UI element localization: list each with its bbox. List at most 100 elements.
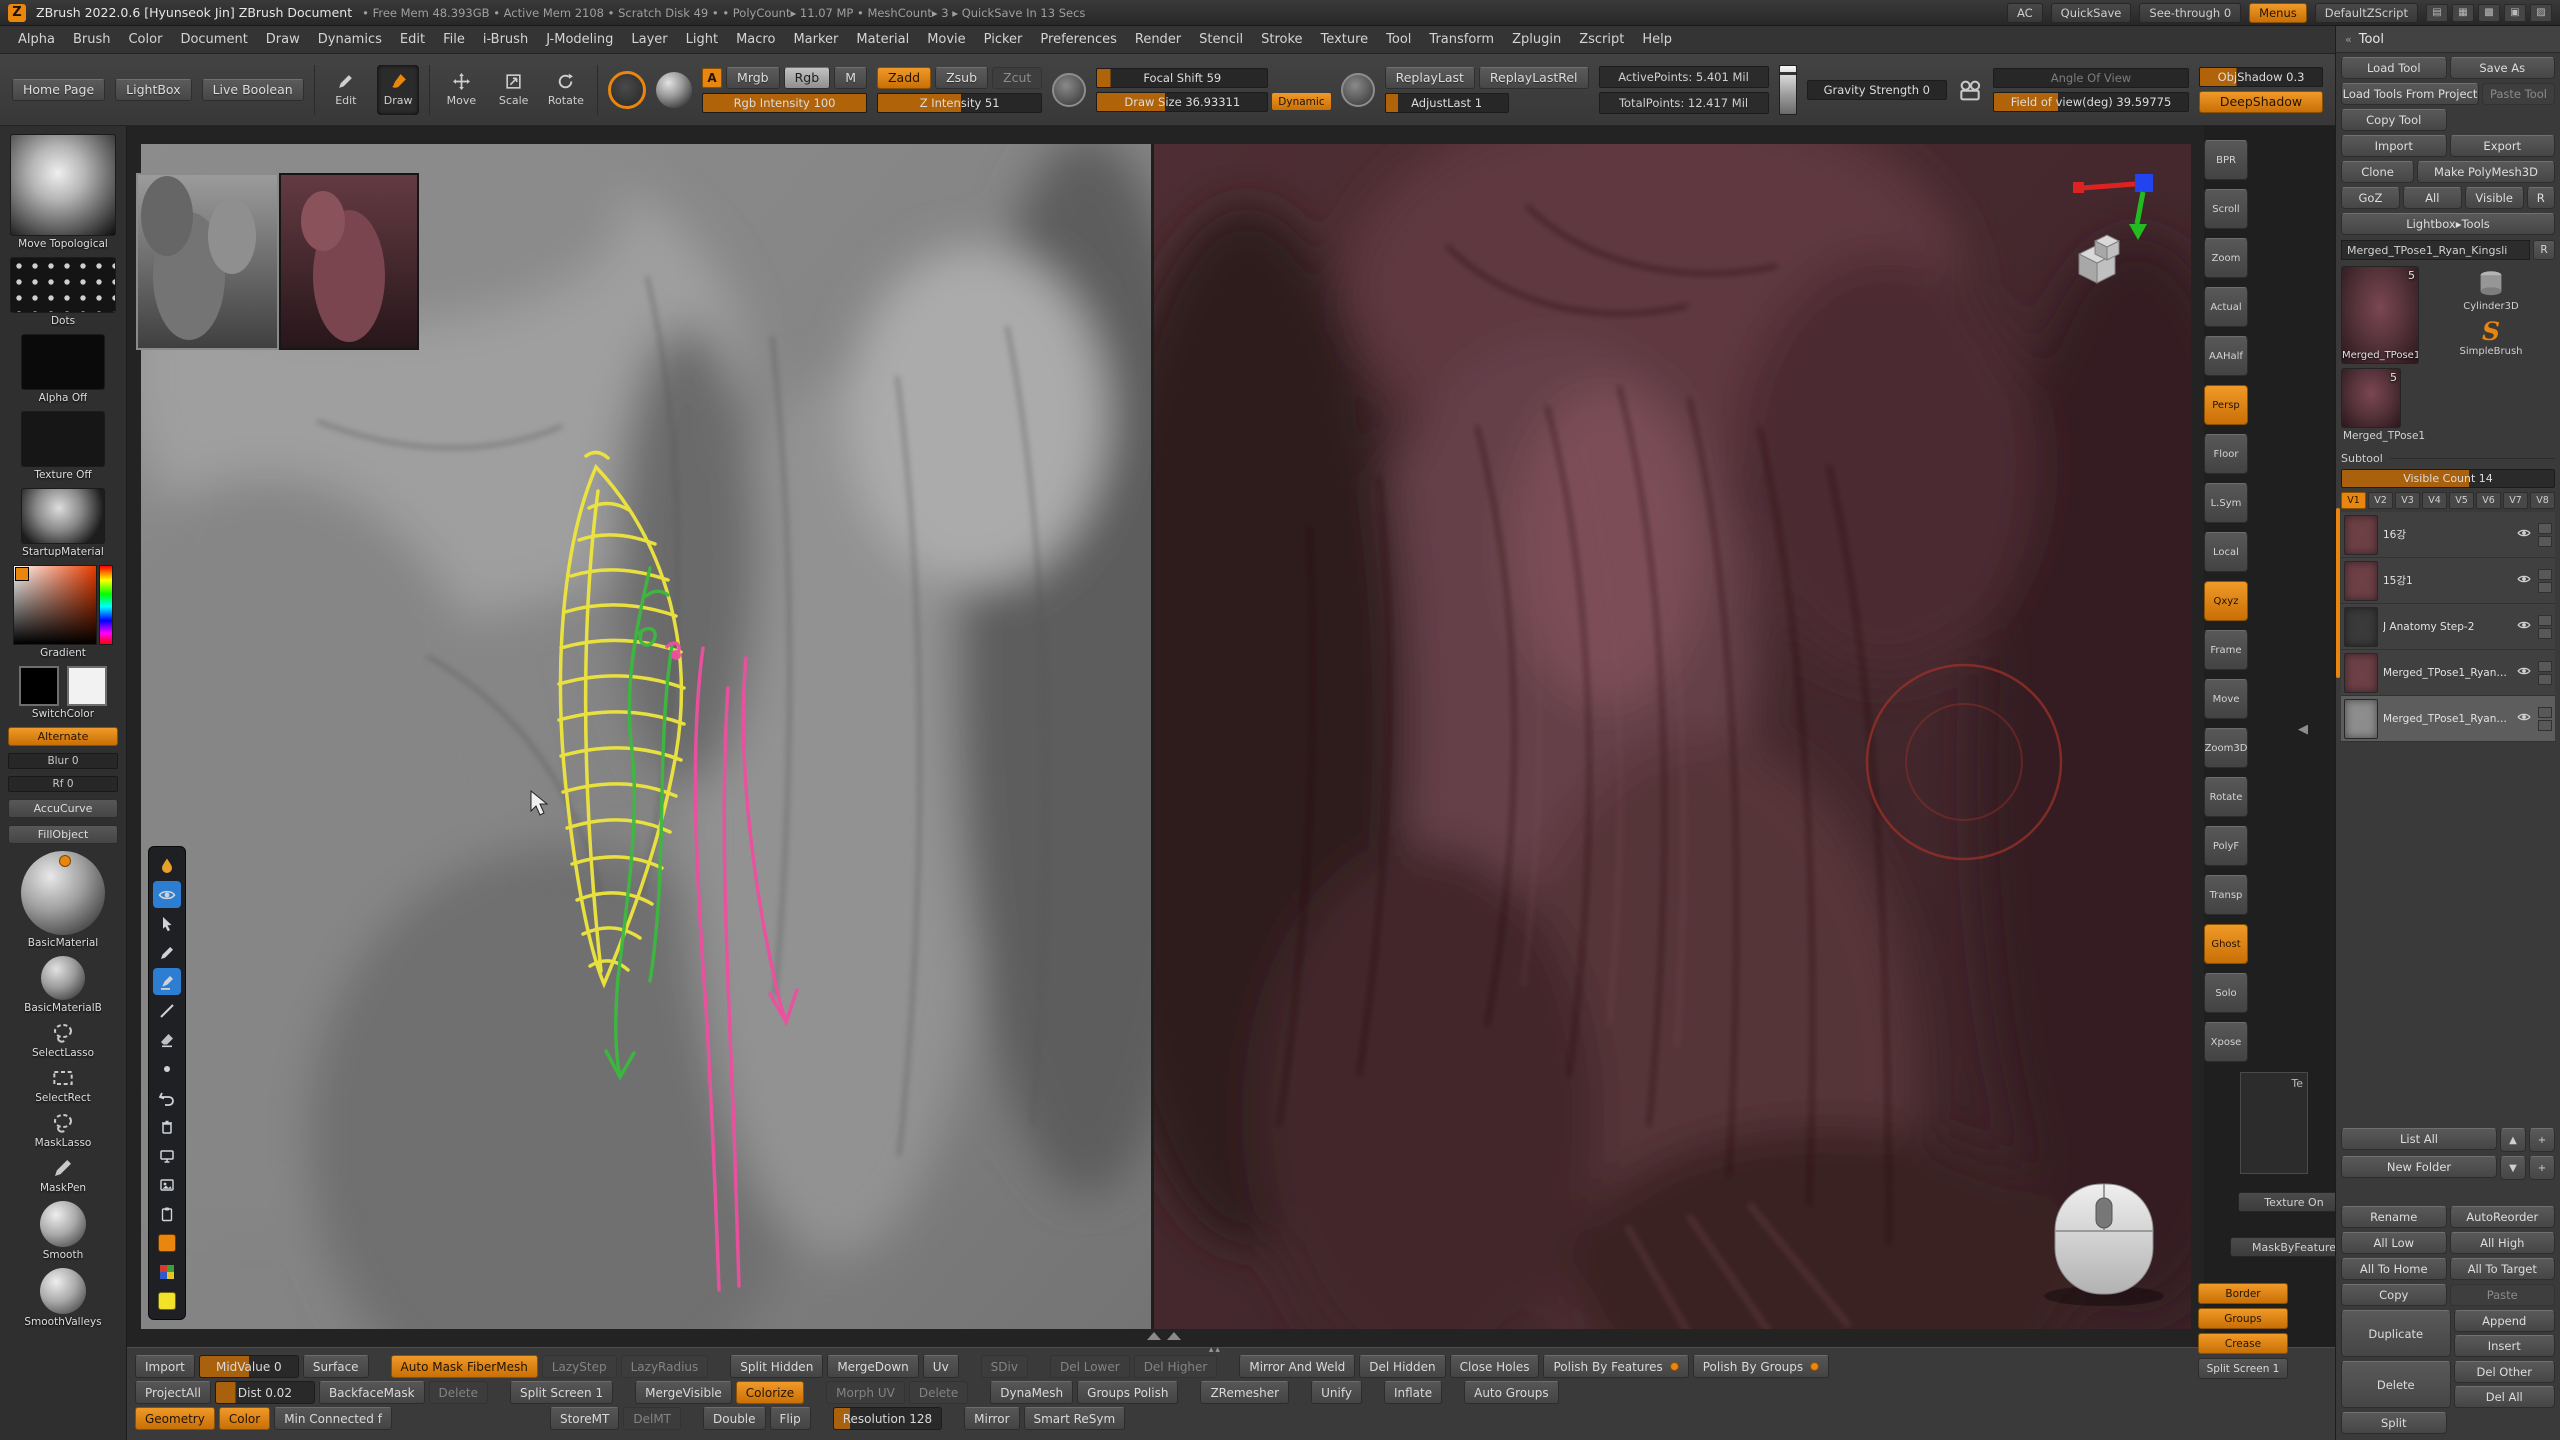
append-button[interactable]: Append — [2454, 1310, 2556, 1332]
smooth-brush[interactable]: Smooth — [40, 1201, 86, 1261]
right-shelf-button[interactable]: Xpose — [2204, 1022, 2248, 1062]
menu-item[interactable]: Movie — [919, 29, 973, 50]
bottom-button[interactable]: Close Holes — [1450, 1355, 1540, 1378]
tool-r-button[interactable]: R — [2533, 240, 2555, 260]
bottom-button[interactable]: Mirror — [964, 1407, 1019, 1430]
zsub-button[interactable]: Zsub — [935, 67, 988, 89]
menu-item[interactable]: File — [435, 29, 473, 50]
tool-panel-button[interactable]: GoZ — [2341, 187, 2400, 209]
color-picker[interactable]: Gradient — [13, 565, 113, 659]
split-button[interactable]: Split — [2341, 1412, 2447, 1434]
tray-collapse-arrow[interactable]: ◀ — [2298, 722, 2308, 737]
bottom-button[interactable]: Delete — [909, 1381, 968, 1404]
material-thumbnail[interactable] — [21, 488, 105, 544]
right-shelf-button[interactable]: Solo — [2204, 973, 2248, 1013]
menu-item[interactable]: Tool — [1378, 29, 1419, 50]
basic-material-sphere[interactable] — [21, 851, 105, 935]
texture-thumbnail[interactable] — [21, 411, 105, 467]
bottom-button[interactable]: Double — [703, 1407, 766, 1430]
m-button[interactable]: M — [834, 67, 867, 89]
fillobject-button[interactable]: FillObject — [8, 825, 118, 844]
objshadow-slider[interactable]: ObjShadow 0.3 — [2199, 67, 2323, 87]
bottom-button[interactable]: Smart ReSym — [1024, 1407, 1126, 1430]
right-shelf-button[interactable]: Actual — [2204, 287, 2248, 327]
rotate-button[interactable]: Rotate — [545, 65, 587, 115]
subtool-action-button[interactable]: All High — [2450, 1232, 2556, 1254]
subtool-mini-icons[interactable] — [2538, 661, 2552, 685]
bottom-button[interactable]: Unify — [1311, 1381, 1362, 1404]
bottom-button[interactable]: Min Connected f — [274, 1407, 392, 1430]
rgb-button[interactable]: Rgb — [784, 67, 831, 89]
bottom-button[interactable]: Colorize — [736, 1381, 804, 1404]
current-stroke[interactable]: Dots — [10, 257, 116, 327]
swatch-yellow[interactable] — [153, 1287, 181, 1314]
bottom-button[interactable]: MidValue 0 — [199, 1355, 299, 1378]
delete-button[interactable]: Delete — [2341, 1361, 2451, 1408]
menu-item[interactable]: Help — [1634, 29, 1680, 50]
current-texture[interactable]: Texture Off — [21, 411, 105, 481]
smooth-sphere[interactable] — [40, 1201, 86, 1247]
subtool-mini-icons[interactable] — [2538, 523, 2552, 547]
bottom-button[interactable]: LazyRadius — [621, 1355, 709, 1378]
material-sphere-icon[interactable] — [656, 72, 692, 108]
menu-item[interactable]: Transform — [1421, 29, 1502, 50]
tool-panel-button[interactable]: Paste Tool — [2482, 83, 2555, 105]
tool-item-cylinder3d[interactable]: Cylinder3D — [2463, 268, 2518, 312]
blur-slider[interactable]: Blur 0 — [8, 753, 118, 769]
angle-of-view-slider[interactable]: Angle Of View — [1993, 68, 2189, 88]
tray-resize-handle[interactable]: ▴▴ — [1209, 1345, 1222, 1355]
bottom-button[interactable]: Split Screen 1 — [510, 1381, 613, 1404]
subtool-mini-icons[interactable] — [2538, 615, 2552, 639]
draw-size-slider[interactable]: Draw Size 36.93311 — [1096, 92, 1268, 112]
subtool-view-tab[interactable]: V3 — [2395, 492, 2420, 509]
bottom-button[interactable]: Mirror And Weld — [1239, 1355, 1355, 1378]
tool-panel-button[interactable]: Import — [2341, 135, 2447, 157]
bottom-button[interactable]: Import — [135, 1355, 195, 1378]
select-rect[interactable]: SelectRect — [35, 1066, 91, 1104]
cursor-icon[interactable] — [153, 910, 181, 937]
eye-icon[interactable] — [2517, 525, 2533, 544]
bottom-button[interactable]: MergeVisible — [635, 1381, 732, 1404]
menu-item[interactable]: Preferences — [1032, 29, 1124, 50]
right-shelf-button[interactable]: Local — [2204, 532, 2248, 572]
right-shelf-button[interactable]: Persp — [2204, 385, 2248, 425]
focal-shift-icon[interactable] — [1052, 73, 1086, 107]
basic-material-b-sphere[interactable] — [41, 956, 85, 1000]
home-page-button[interactable]: Home Page — [12, 79, 105, 101]
tool-panel-button[interactable]: Clone — [2341, 161, 2414, 183]
menu-item[interactable]: Dynamics — [310, 29, 390, 50]
eye-icon[interactable] — [153, 881, 181, 908]
eye-icon[interactable] — [2517, 663, 2533, 682]
menu-item[interactable]: Draw — [258, 29, 308, 50]
clipboard-icon[interactable] — [153, 1200, 181, 1227]
bottom-button[interactable]: Polish By Features — [1543, 1355, 1688, 1378]
subtool-action-button[interactable]: AutoReorder — [2450, 1206, 2556, 1228]
right-shelf-button[interactable]: Zoom — [2204, 238, 2248, 278]
stack-button[interactable]: Groups — [2198, 1308, 2288, 1329]
tool-panel-button[interactable]: R — [2527, 187, 2555, 209]
right-shelf-button[interactable]: BPR — [2204, 140, 2248, 180]
tool-panel-button[interactable]: Lightbox▸Tools — [2341, 213, 2555, 235]
quicksave-button[interactable]: QuickSave — [2051, 3, 2132, 23]
16강[interactable]: 16강 — [2341, 512, 2555, 558]
swatch-orange[interactable] — [153, 1229, 181, 1256]
smooth-valleys-sphere[interactable] — [40, 1268, 86, 1314]
default-zscript-button[interactable]: DefaultZScript — [2315, 3, 2418, 23]
rgb-intensity-slider[interactable]: Rgb Intensity 100 — [702, 93, 867, 113]
bottom-button[interactable]: Auto Groups — [1464, 1381, 1558, 1404]
right-shelf-button[interactable]: Transp — [2204, 875, 2248, 915]
swatch-multicolor[interactable] — [153, 1258, 181, 1285]
move-down-icon[interactable]: ▼ — [2500, 1156, 2526, 1180]
subtool-mini-icons[interactable] — [2538, 707, 2552, 731]
draw-size-ring-icon[interactable] — [608, 71, 646, 109]
tool-panel-button[interactable]: Export — [2450, 135, 2556, 157]
stroke-replay-icon[interactable] — [1341, 73, 1375, 107]
pin-icon[interactable] — [153, 852, 181, 879]
tool-panel-button[interactable]: Load Tools From Project — [2341, 83, 2479, 105]
select-lasso[interactable]: SelectLasso — [32, 1021, 94, 1059]
smooth-valleys-brush[interactable]: SmoothValleys — [24, 1268, 101, 1328]
main-color-swatch[interactable] — [19, 666, 59, 706]
z-intensity-slider[interactable]: Z Intensity 51 — [877, 93, 1042, 113]
edit-button[interactable]: Edit — [325, 65, 367, 115]
tool-panel-button[interactable]: Make PolyMesh3D — [2417, 161, 2555, 183]
